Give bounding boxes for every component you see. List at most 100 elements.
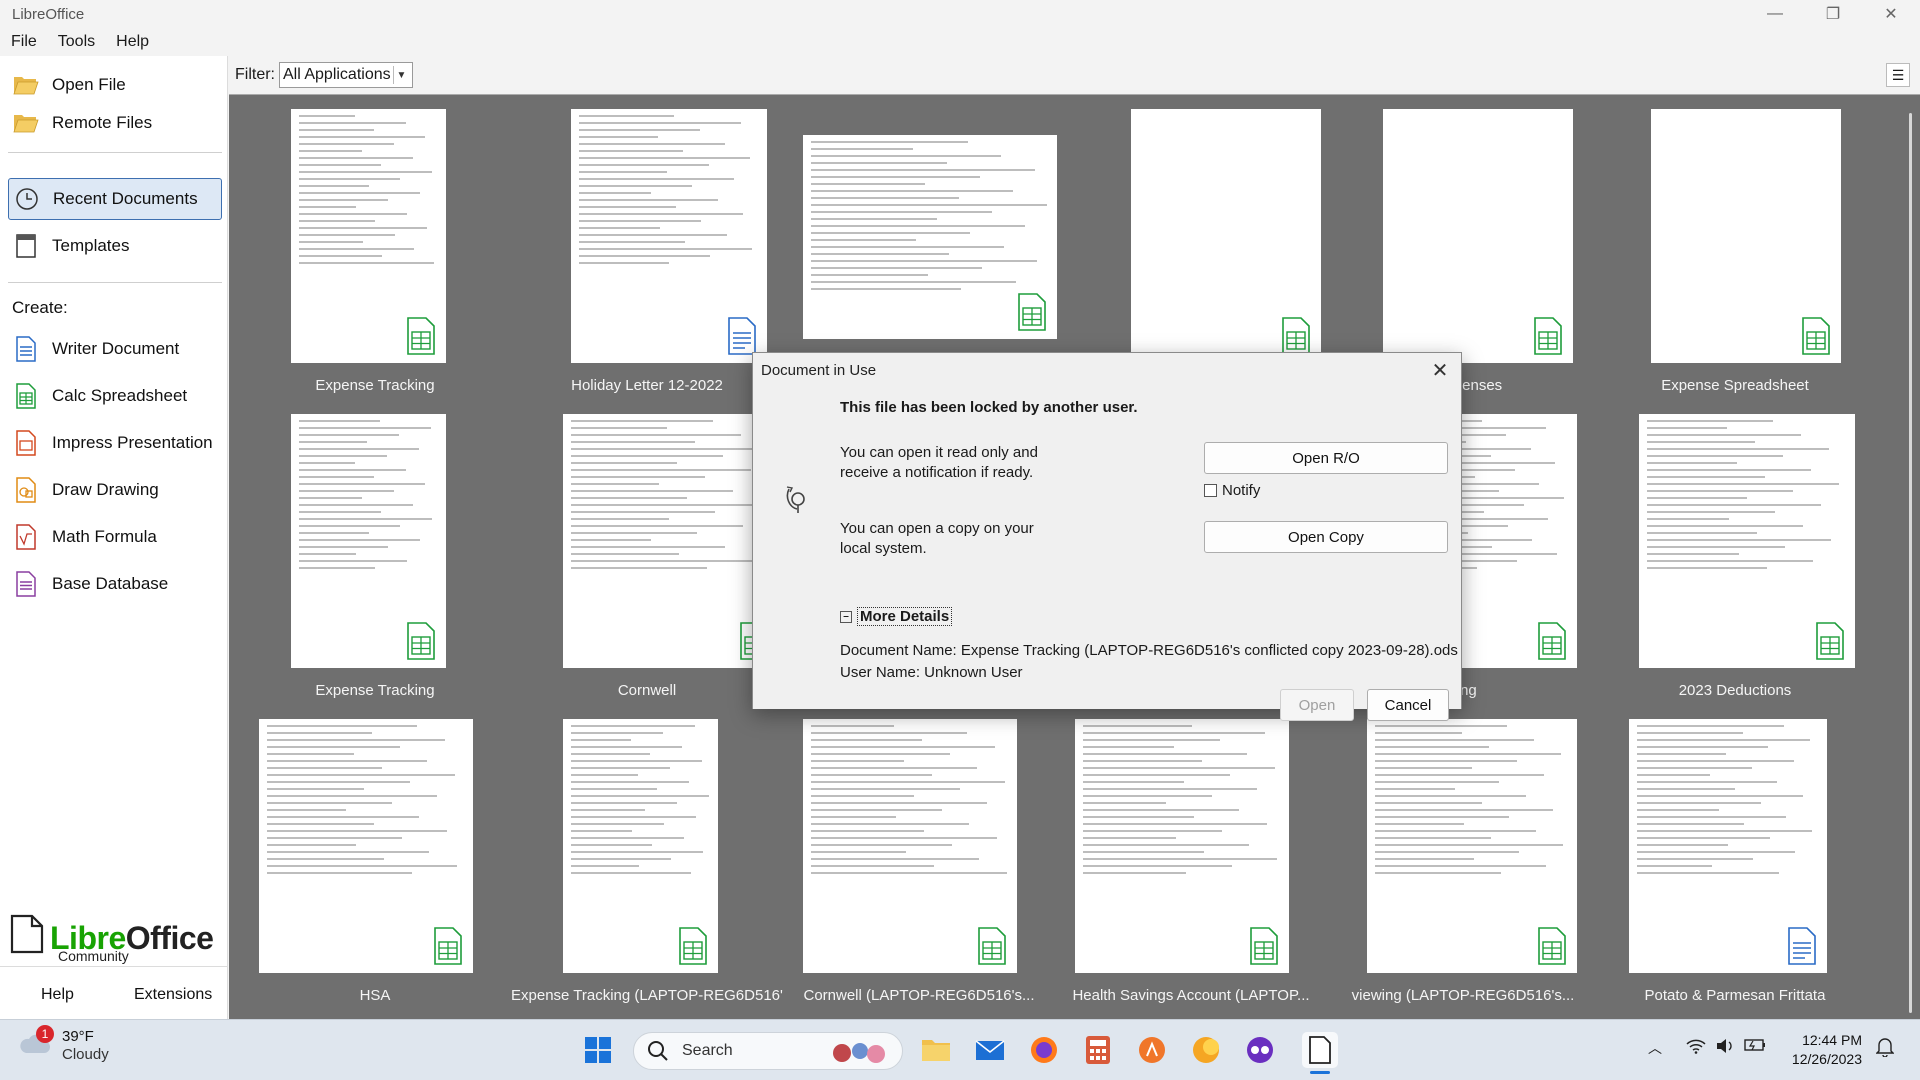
recent-documents-button[interactable]: Recent Documents <box>8 178 222 220</box>
recent-document-tile[interactable] <box>783 95 1057 395</box>
app-taskbar-button[interactable] <box>1188 1032 1224 1068</box>
filter-label: Filter: <box>235 66 275 83</box>
wifi-icon[interactable] <box>1686 1038 1706 1057</box>
clock[interactable]: 12:44 PM 12/26/2023 <box>1792 1031 1862 1069</box>
recent-document-tile[interactable]: Expense Tracking <box>239 400 511 700</box>
document-caption: Health Savings Account (LAPTOP... <box>1072 987 1310 1004</box>
document-name: Document Name: Expense Tracking (LAPTOP-… <box>840 642 1458 659</box>
create-draw-drawing[interactable]: Draw Drawing <box>8 469 222 511</box>
recent-document-tile[interactable]: e Expenses <box>1327 95 1599 395</box>
open-file-button[interactable]: Open File <box>8 64 222 106</box>
document-thumbnail <box>291 414 446 668</box>
start-button[interactable] <box>580 1032 616 1068</box>
scrollbar[interactable] <box>1909 113 1912 1013</box>
document-caption: Expense Tracking (LAPTOP-REG6D516'... <box>511 987 783 1004</box>
more-details-label: More Details <box>857 607 953 626</box>
taskbar-search[interactable]: Search <box>633 1032 903 1070</box>
more-details-expander[interactable]: – More Details <box>840 607 953 626</box>
temperature: 39°F <box>62 1028 94 1045</box>
document-caption: Cornwell (LAPTOP-REG6D516's... <box>803 987 1035 1004</box>
user-name: User Name: Unknown User <box>840 664 1023 681</box>
app-taskbar-button[interactable] <box>1242 1032 1278 1068</box>
document-thumbnail <box>571 109 767 363</box>
calculator-taskbar-button[interactable] <box>1080 1032 1116 1068</box>
menu-help[interactable]: Help <box>116 33 149 51</box>
create-calc-spreadsheet[interactable]: Calc Spreadsheet <box>8 375 222 417</box>
close-button[interactable]: ✕ <box>1862 0 1920 28</box>
folder-open-icon <box>12 71 40 99</box>
menu-file[interactable]: File <box>11 33 37 51</box>
help-link[interactable]: Help <box>41 986 74 1004</box>
impress-presentation-label: Impress Presentation <box>52 433 213 452</box>
recent-document-tile[interactable]: viewing (LAPTOP-REG6D516's... <box>1327 705 1599 1005</box>
document-thumbnail <box>1075 719 1289 973</box>
lock-icon <box>783 483 811 522</box>
recent-document-tile[interactable]: Expense Spreadsheet <box>1599 95 1871 395</box>
document-in-use-dialog: Document in Use ✕ This file has been loc… <box>752 352 1462 721</box>
firefox-icon <box>1031 1037 1057 1063</box>
create-base-database[interactable]: Base Database <box>8 563 222 605</box>
volume-icon[interactable] <box>1716 1038 1734 1057</box>
open-copy-button[interactable]: Open Copy <box>1204 521 1448 553</box>
file-explorer-taskbar-button[interactable] <box>918 1032 954 1068</box>
firefox-taskbar-button[interactable] <box>1026 1032 1062 1068</box>
filter-bar: Filter: All Applications ▼ ☰ <box>229 56 1920 94</box>
read-only-text: You can open it read only and receive a … <box>840 443 1038 483</box>
writer-icon <box>12 335 40 363</box>
calculator-icon <box>1086 1036 1110 1064</box>
recent-document-tile[interactable] <box>1055 95 1327 395</box>
filter-value: All Applications <box>283 66 391 83</box>
notify-checkbox-box[interactable] <box>1204 484 1217 497</box>
recent-document-tile[interactable]: Health Savings Account (LAPTOP... <box>1055 705 1327 1005</box>
close-icon: ✕ <box>1431 359 1449 382</box>
extensions-link[interactable]: Extensions <box>134 986 212 1004</box>
menu-tools[interactable]: Tools <box>58 33 95 51</box>
recent-document-tile[interactable]: Expense Tracking (LAPTOP-REG6D516'... <box>511 705 783 1005</box>
calc-file-icon <box>679 927 707 965</box>
open-button[interactable]: Open <box>1280 689 1354 721</box>
recent-document-tile[interactable]: Cornwell <box>511 400 783 700</box>
create-math-formula[interactable]: Math Formula <box>8 516 222 558</box>
minimize-button[interactable]: — <box>1746 0 1804 28</box>
document-thumbnail <box>1383 109 1573 363</box>
title-bar: LibreOffice — ❐ ✕ <box>0 0 1920 28</box>
open-file-label: Open File <box>52 75 126 94</box>
recent-document-tile[interactable]: Cornwell (LAPTOP-REG6D516's... <box>783 705 1055 1005</box>
document-thumbnail <box>803 719 1017 973</box>
document-thumbnail <box>563 719 718 973</box>
restore-button[interactable]: ❐ <box>1804 0 1862 28</box>
filter-select[interactable]: All Applications ▼ <box>279 62 413 88</box>
remote-files-button[interactable]: Remote Files <box>8 102 222 144</box>
battery-icon[interactable] <box>1744 1038 1766 1055</box>
app-taskbar-button[interactable] <box>1134 1032 1170 1068</box>
recent-document-tile[interactable]: Potato & Parmesan Frittata <box>1599 705 1871 1005</box>
recent-document-tile[interactable]: Holiday Letter 12-2022 <box>511 95 783 395</box>
open-read-only-button[interactable]: Open R/O <box>1204 442 1448 474</box>
windows-icon <box>585 1037 611 1063</box>
templates-button[interactable]: Templates <box>8 225 222 267</box>
cancel-button[interactable]: Cancel <box>1367 689 1449 721</box>
draw-drawing-label: Draw Drawing <box>52 480 159 499</box>
folder-icon <box>922 1040 950 1061</box>
recent-document-tile[interactable]: Expense Tracking <box>239 95 511 395</box>
calc-file-icon <box>1802 317 1830 355</box>
create-impress-presentation[interactable]: Impress Presentation <box>8 422 222 464</box>
impress-icon <box>12 429 40 457</box>
draw-icon <box>12 476 40 504</box>
tray-overflow-icon[interactable]: ︿ <box>1648 1038 1662 1058</box>
notification-bell-icon[interactable] <box>1875 1037 1895 1060</box>
search-highlight-icon <box>828 1039 890 1070</box>
mail-icon <box>975 1040 1005 1060</box>
menu-bar: File Tools Help <box>0 28 1920 56</box>
mail-taskbar-button[interactable] <box>972 1032 1008 1068</box>
dialog-close-button[interactable]: ✕ <box>1427 357 1453 383</box>
notify-checkbox[interactable]: Notify <box>1204 482 1260 499</box>
weather-widget[interactable]: 1 39°F Cloudy <box>18 1025 109 1064</box>
view-menu-button[interactable]: ☰ <box>1886 63 1910 87</box>
libreoffice-taskbar-button[interactable] <box>1302 1032 1338 1074</box>
orange-app-icon <box>1139 1037 1165 1063</box>
recent-document-tile[interactable]: HSA <box>239 705 511 1005</box>
calc-file-icon <box>1816 622 1844 660</box>
create-writer-document[interactable]: Writer Document <box>8 328 222 370</box>
recent-document-tile[interactable]: 2023 Deductions <box>1599 400 1871 700</box>
